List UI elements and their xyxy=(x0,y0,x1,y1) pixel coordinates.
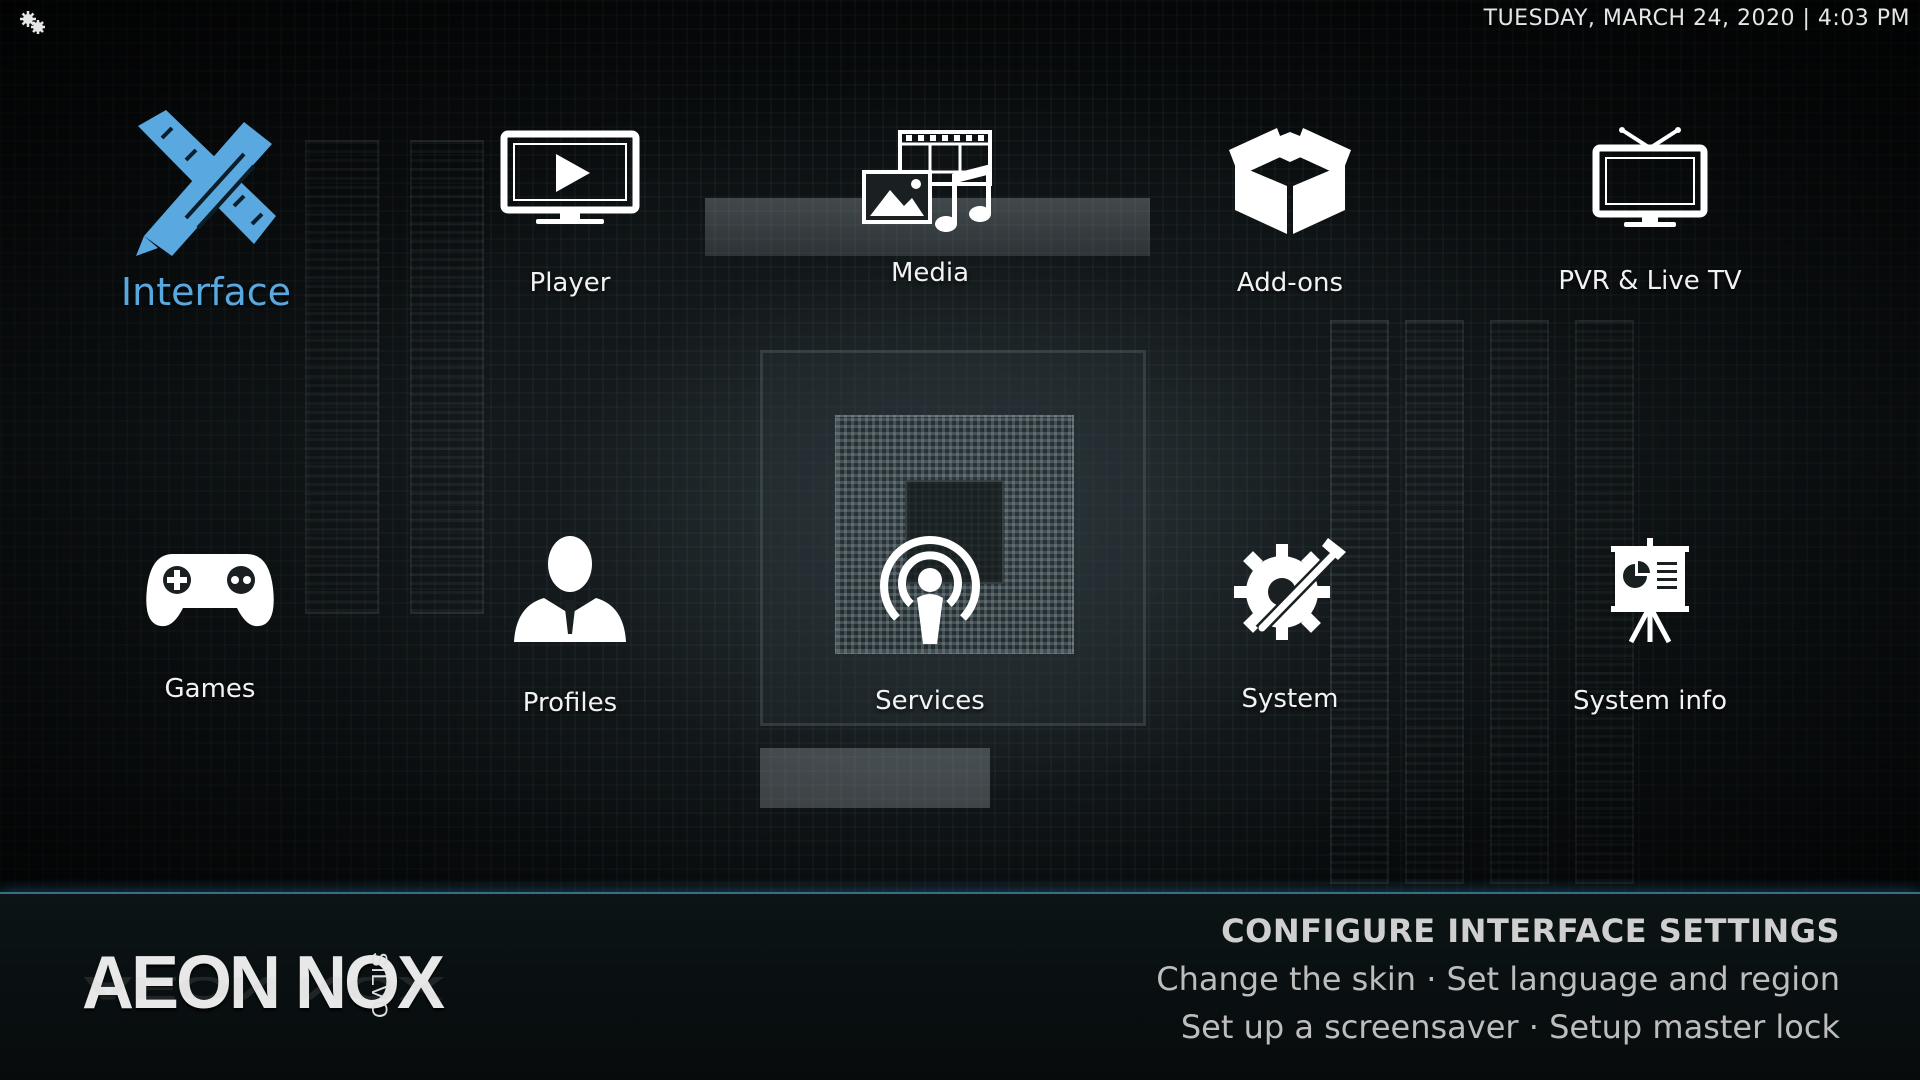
menu-item-games[interactable]: Games xyxy=(60,548,360,704)
footer-panel: AEON NOX AEON NOX SiLVO CONFIGURE INTERF… xyxy=(0,892,1920,1080)
podcast-icon xyxy=(780,532,1080,650)
item-info: CONFIGURE INTERFACE SETTINGS Change the … xyxy=(1156,912,1840,1046)
pencil-ruler-icon xyxy=(56,98,356,262)
home-screen: TUESDAY, MARCH 24, 2020 | 4:03 PM Interf… xyxy=(0,0,1920,1080)
menu-item-system[interactable]: System xyxy=(1140,532,1440,714)
date-time-display: TUESDAY, MARCH 24, 2020 | 4:03 PM xyxy=(1483,6,1910,31)
menu-item-media[interactable]: Media xyxy=(780,128,1080,288)
menu-label-services: Services xyxy=(875,686,985,716)
info-title: CONFIGURE INTERFACE SETTINGS xyxy=(1221,912,1840,950)
settings-cogs-icon[interactable] xyxy=(18,10,48,36)
menu-item-interface[interactable]: Interface xyxy=(56,98,356,314)
skin-logo: AEON NOX AEON NOX SiLVO xyxy=(82,941,445,1052)
menu-label-games: Games xyxy=(164,674,256,704)
menu-label-addons: Add-ons xyxy=(1236,268,1344,298)
info-line: Change the skin · Set language and regio… xyxy=(1156,960,1840,998)
presentation-easel-icon xyxy=(1500,538,1800,648)
logo-sub-text: SiLVO xyxy=(367,952,392,1019)
tv-antenna-icon xyxy=(1500,126,1800,234)
menu-item-profiles[interactable]: Profiles xyxy=(420,534,720,718)
menu-label-sysinfo: System info xyxy=(1573,686,1727,716)
menu-item-player[interactable]: Player xyxy=(420,130,720,298)
menu-item-pvr[interactable]: PVR & Live TV xyxy=(1500,126,1800,296)
menu-item-sysinfo[interactable]: System info xyxy=(1500,538,1800,716)
info-line: Set up a screensaver · Setup master lock xyxy=(1180,1008,1840,1046)
monitor-play-icon xyxy=(420,130,720,234)
media-collage-icon xyxy=(780,128,1080,244)
menu-label-system: System xyxy=(1241,684,1339,714)
menu-label-interface: Interface xyxy=(120,270,292,314)
menu-item-services[interactable]: Services xyxy=(780,532,1080,716)
menu-label-profiles: Profiles xyxy=(522,688,618,718)
gamepad-icon xyxy=(60,548,360,634)
menu-label-media: Media xyxy=(890,258,970,288)
menu-item-addons[interactable]: Add-ons xyxy=(1140,124,1440,298)
menu-label-pvr: PVR & Live TV xyxy=(1558,266,1742,296)
open-box-icon xyxy=(1140,124,1440,240)
gear-wrench-icon xyxy=(1140,532,1440,652)
person-icon xyxy=(420,534,720,648)
menu-label-player: Player xyxy=(529,268,611,298)
